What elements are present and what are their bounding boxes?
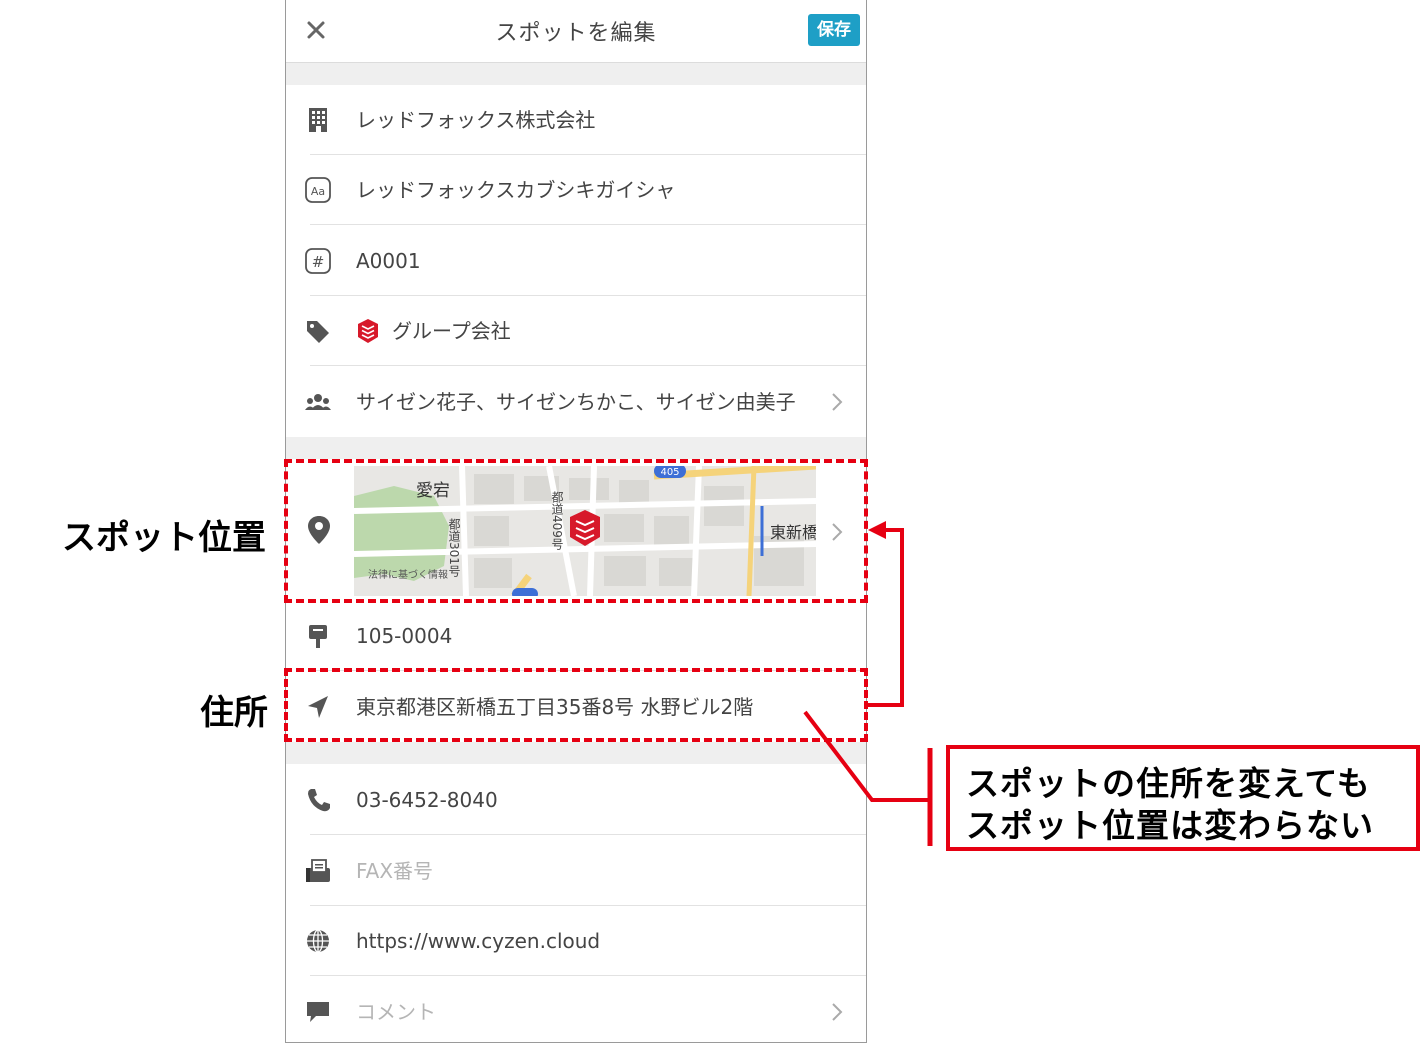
note-callout: スポットの住所を変えても スポット位置は変わらない xyxy=(946,745,1420,851)
note-line-2: スポット位置は変わらない xyxy=(966,806,1374,845)
annotation-connectors xyxy=(803,521,933,846)
note-line-1: スポットの住所を変えても xyxy=(966,764,1371,803)
